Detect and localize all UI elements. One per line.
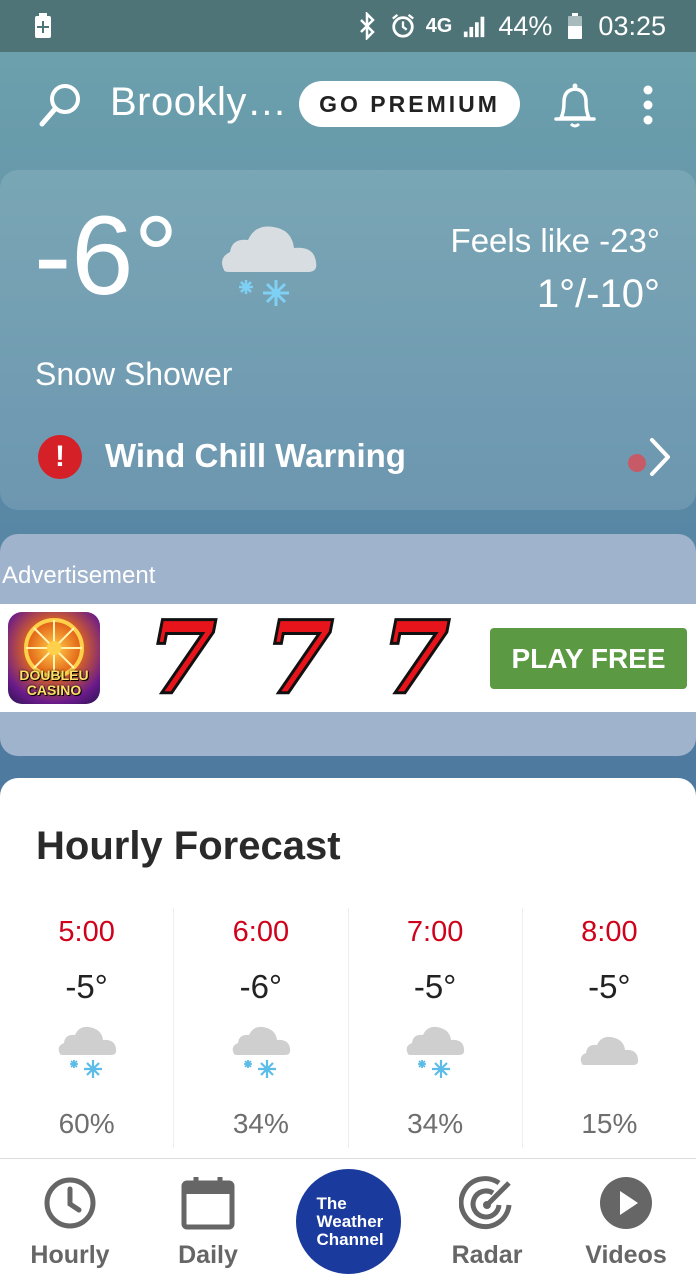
alarm-icon [390, 11, 416, 41]
ad-banner[interactable]: DOUBLEU CASINO 7 7 7 PLAY FREE [0, 604, 696, 712]
play-free-button[interactable]: PLAY FREE [490, 628, 687, 689]
hourly-item[interactable]: 5:00 -5° 60% [0, 908, 175, 1148]
snow-cloud-icon [54, 1022, 120, 1084]
play-circle-icon [598, 1175, 654, 1231]
alert-text: Wind Chill Warning [105, 437, 406, 474]
ad-container: Advertisement DOUBLEU CASINO 7 7 7 PLAY F… [0, 534, 696, 756]
hour-precip: 15% [581, 1108, 638, 1139]
casino-logo[interactable]: DOUBLEU CASINO [8, 612, 100, 704]
signal-icon [462, 11, 488, 41]
nav-videos[interactable]: Videos [566, 1175, 686, 1275]
hour-precip: 60% [58, 1108, 115, 1139]
cloud-icon [576, 1022, 642, 1084]
clock: 03:25 [598, 10, 666, 41]
app-header: Brookly… GO PREMIUM [0, 52, 696, 162]
snow-cloud-icon [402, 1022, 468, 1084]
hour-temp: -5° [588, 968, 631, 1005]
hour-temp: -6° [239, 968, 283, 1005]
hour-precip: 34% [232, 1108, 289, 1139]
calendar-icon [180, 1175, 236, 1231]
location-title[interactable]: Brookly… [110, 80, 287, 125]
hour-temp: -5° [413, 968, 457, 1005]
sevens-graphic: 7 7 7 [134, 599, 464, 717]
hourly-item[interactable]: 6:00 -6° 34% [174, 908, 349, 1148]
feels-like: Feels like -23° [450, 222, 660, 259]
nav-hourly-label: Hourly [30, 1241, 110, 1269]
nav-daily-label: Daily [178, 1241, 238, 1269]
hourly-forecast-title: Hourly Forecast [36, 824, 341, 868]
nav-radar-label: Radar [451, 1241, 523, 1269]
hour-time: 5:00 [58, 916, 115, 948]
hour-time: 8:00 [581, 916, 638, 948]
chevron-right-icon[interactable] [638, 434, 678, 480]
ad-label: Advertisement [2, 562, 156, 589]
logo-text: The Weather Channel [316, 1193, 384, 1249]
hourly-item[interactable]: 8:00 -5° 15% [523, 908, 696, 1148]
snow-cloud-icon [228, 1022, 294, 1084]
hour-temp: -5° [65, 968, 108, 1005]
hourly-item[interactable]: 7:00 -5° 34% [349, 908, 523, 1148]
hourly-forecast-card[interactable]: Hourly Forecast 5:00 -5° 60% 6:00 -6° 34… [0, 778, 696, 1178]
bluetooth-icon [354, 11, 380, 41]
go-premium-button[interactable]: GO PREMIUM [299, 81, 520, 127]
nav-videos-label: Videos [585, 1241, 667, 1269]
condition-text: Snow Shower [35, 356, 233, 392]
weather-alert[interactable]: ! Wind Chill Warning [38, 432, 678, 482]
battery-plus-icon [30, 11, 56, 41]
snow-cloud-icon [214, 218, 324, 308]
seven-1: 7 [146, 599, 219, 717]
network-label: 4G [425, 14, 453, 37]
hour-time: 6:00 [232, 916, 290, 948]
casino-brand-line2: CASINO [26, 682, 82, 698]
hourly-list: 5:00 -5° 60% 6:00 -6° 34% 7:00 -5° 34% 8… [0, 908, 696, 1148]
seven-3: 7 [379, 599, 452, 717]
weather-channel-logo[interactable]: The Weather Channel [296, 1169, 401, 1274]
hi-lo-temp: 1°/-10° [536, 272, 660, 316]
clock-icon [42, 1175, 98, 1231]
status-bar: 4G 44% 03:25 [0, 0, 696, 52]
battery-percent: 44% [498, 10, 553, 41]
nav-daily[interactable]: Daily [148, 1175, 268, 1275]
seven-2: 7 [263, 599, 336, 717]
bottom-navigation: Hourly Daily The Weather Channel Radar V… [0, 1158, 696, 1280]
current-conditions-card[interactable]: -6° Feels like -23° 1°/-10° Snow Shower … [0, 170, 696, 510]
nav-hourly[interactable]: Hourly [10, 1175, 130, 1275]
search-icon[interactable] [36, 80, 86, 130]
current-temp: -6° [34, 193, 179, 318]
warning-icon: ! [38, 435, 82, 479]
battery-icon [562, 11, 588, 41]
hour-precip: 34% [407, 1108, 464, 1139]
radar-icon [458, 1175, 515, 1231]
hour-time: 7:00 [406, 916, 464, 948]
more-options-icon[interactable] [636, 84, 660, 126]
casino-brand-line1: DOUBLEU [19, 667, 89, 683]
bell-icon[interactable] [552, 80, 598, 130]
nav-radar[interactable]: Radar [427, 1175, 547, 1275]
